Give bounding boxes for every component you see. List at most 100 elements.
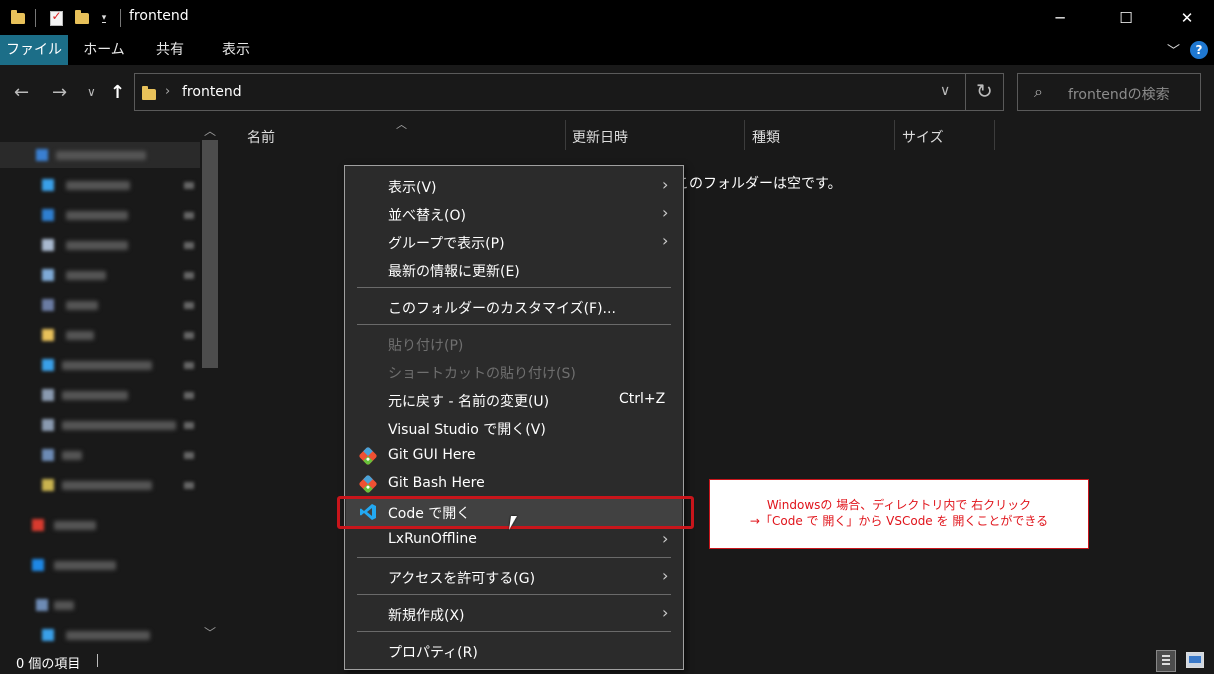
up-arrow-icon[interactable]: ↑ bbox=[110, 82, 125, 103]
tree-item[interactable] bbox=[0, 412, 200, 438]
menu-item-label: プロパティ(R) bbox=[388, 645, 478, 661]
menu-item-git-gui[interactable]: Git GUI Here bbox=[346, 442, 682, 470]
menu-item-label: 表示(V) bbox=[388, 180, 437, 196]
tree-item[interactable] bbox=[0, 322, 200, 348]
pin-icon bbox=[184, 422, 194, 429]
folder-icon bbox=[42, 329, 54, 341]
folder-icon bbox=[10, 9, 26, 27]
menu-item-customize[interactable]: このフォルダーのカスタマイズ(F)... bbox=[346, 293, 682, 321]
pin-icon bbox=[184, 332, 194, 339]
column-divider[interactable] bbox=[565, 120, 566, 150]
search-input[interactable]: frontendの検索 bbox=[1068, 84, 1170, 104]
pictures-icon bbox=[42, 269, 54, 281]
pin-icon bbox=[184, 242, 194, 249]
tree-item[interactable] bbox=[0, 552, 200, 578]
new-folder-icon[interactable] bbox=[74, 9, 90, 27]
tree-item[interactable] bbox=[0, 382, 200, 408]
tab-share[interactable]: 共有 bbox=[142, 35, 198, 65]
address-bar[interactable]: › frontend ∨ ↻ bbox=[134, 73, 1004, 111]
tree-item[interactable] bbox=[0, 472, 200, 498]
pin-icon bbox=[184, 212, 194, 219]
navigation-pane: ︿ ﹀ bbox=[0, 120, 221, 648]
tree-item[interactable] bbox=[0, 262, 200, 288]
tab-view[interactable]: 表示 bbox=[206, 35, 266, 65]
column-divider[interactable] bbox=[994, 120, 995, 150]
tree-item[interactable] bbox=[0, 592, 200, 618]
tree-item[interactable] bbox=[0, 142, 200, 168]
expand-ribbon-chevron-icon[interactable]: ﹀ bbox=[1167, 40, 1180, 59]
scrollbar-thumb[interactable] bbox=[202, 140, 218, 368]
tab-home[interactable]: ホーム bbox=[74, 35, 134, 65]
column-header-modified[interactable]: 更新日時 bbox=[572, 127, 628, 147]
column-header-name[interactable]: 名前 bbox=[247, 127, 275, 147]
quick-access-icon bbox=[36, 149, 48, 161]
menu-item-undo-rename[interactable]: 元に戻す - 名前の変更(U) Ctrl+Z bbox=[346, 386, 682, 414]
tree-item[interactable] bbox=[0, 232, 200, 258]
column-divider[interactable] bbox=[744, 120, 745, 150]
folder-icon bbox=[142, 86, 156, 100]
back-arrow-icon[interactable]: ← bbox=[14, 82, 29, 103]
close-button[interactable]: ✕ bbox=[1164, 0, 1210, 35]
drive-icon bbox=[42, 389, 54, 401]
address-dropdown-chevron-icon[interactable]: ∨ bbox=[940, 83, 950, 99]
menu-item-view[interactable]: 表示(V) › bbox=[346, 172, 682, 200]
tab-file[interactable]: ファイル bbox=[0, 35, 68, 65]
divider bbox=[35, 9, 36, 27]
tree-item[interactable] bbox=[0, 202, 200, 228]
mouse-cursor-icon bbox=[509, 516, 523, 530]
menu-item-sort[interactable]: 並べ替え(O) › bbox=[346, 200, 682, 228]
customize-quick-access-icon[interactable]: ▾ bbox=[98, 9, 110, 27]
minimize-button[interactable]: ─ bbox=[1037, 0, 1083, 35]
search-box[interactable]: ⌕ frontendの検索 bbox=[1017, 73, 1201, 111]
menu-item-shortcut: Ctrl+Z bbox=[619, 391, 666, 407]
scroll-down-icon[interactable]: ﹀ bbox=[204, 624, 216, 641]
large-icons-view-icon[interactable] bbox=[1186, 652, 1204, 668]
scroll-up-icon[interactable]: ︿ bbox=[204, 122, 216, 139]
tree-item[interactable] bbox=[0, 172, 200, 198]
menu-item-give-access[interactable]: アクセスを許可する(G) › bbox=[346, 563, 682, 591]
window-title: frontend bbox=[129, 8, 189, 24]
menu-separator bbox=[357, 594, 671, 595]
menu-item-open-visual-studio[interactable]: Visual Studio で開く(V) bbox=[346, 414, 682, 442]
folder-icon bbox=[42, 449, 54, 461]
downloads-icon bbox=[42, 209, 54, 221]
menu-item-properties[interactable]: プロパティ(R) bbox=[346, 637, 682, 665]
pin-icon bbox=[184, 272, 194, 279]
ribbon-tabs: ファイル ホーム 共有 表示 ﹀ ? bbox=[0, 35, 1214, 65]
pin-icon bbox=[184, 302, 194, 309]
menu-item-label: アクセスを許可する(G) bbox=[388, 571, 536, 587]
menu-item-group[interactable]: グループで表示(P) › bbox=[346, 228, 682, 256]
pin-icon bbox=[184, 182, 194, 189]
breadcrumb-chevron-icon[interactable]: › bbox=[165, 84, 170, 99]
menu-item-git-bash[interactable]: Git Bash Here bbox=[346, 470, 682, 498]
menu-separator bbox=[357, 557, 671, 558]
refresh-icon[interactable]: ↻ bbox=[976, 79, 993, 103]
recent-locations-chevron-icon[interactable]: ∨ bbox=[87, 85, 96, 99]
maximize-button[interactable]: ☐ bbox=[1103, 0, 1149, 35]
menu-item-paste: 貼り付け(P) bbox=[346, 330, 682, 358]
menu-separator bbox=[357, 324, 671, 325]
nav-scrollbar[interactable]: ︿ ﹀ bbox=[200, 120, 220, 648]
pin-icon bbox=[184, 452, 194, 459]
column-divider[interactable] bbox=[894, 120, 895, 150]
menu-item-lxrunoffline[interactable]: LxRunOffline › bbox=[346, 526, 682, 554]
tree-item[interactable] bbox=[0, 292, 200, 318]
pin-icon bbox=[184, 482, 194, 489]
help-icon[interactable]: ? bbox=[1190, 41, 1208, 59]
tree-item[interactable] bbox=[0, 622, 200, 648]
column-header-type[interactable]: 種類 bbox=[752, 127, 780, 147]
forward-arrow-icon[interactable]: → bbox=[52, 82, 67, 103]
menu-item-refresh[interactable]: 最新の情報に更新(E) bbox=[346, 256, 682, 284]
drive-icon bbox=[42, 419, 54, 431]
annotation-line: Windowsの 場合、ディレクトリ内で 右クリック bbox=[766, 498, 1032, 512]
column-header-size[interactable]: サイズ bbox=[902, 127, 944, 147]
properties-icon[interactable] bbox=[48, 9, 64, 27]
menu-item-new[interactable]: 新規作成(X) › bbox=[346, 600, 682, 628]
tree-item[interactable] bbox=[0, 512, 200, 538]
empty-folder-message: このフォルダーは空です。 bbox=[675, 176, 842, 192]
details-view-icon[interactable] bbox=[1156, 650, 1176, 672]
breadcrumb-current[interactable]: frontend bbox=[182, 84, 242, 100]
tree-item[interactable] bbox=[0, 352, 200, 378]
menu-item-label: グループで表示(P) bbox=[388, 236, 505, 252]
tree-item[interactable] bbox=[0, 442, 200, 468]
